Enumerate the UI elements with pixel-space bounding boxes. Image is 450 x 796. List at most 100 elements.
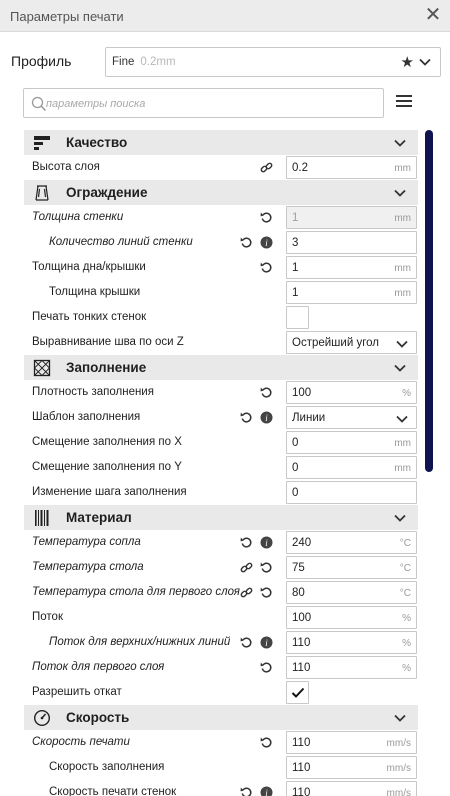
setting-input[interactable]: 110 mm/s [286, 756, 417, 779]
star-icon[interactable]: ★ [401, 53, 414, 71]
info-icon[interactable]: i [260, 636, 273, 649]
reset-icon[interactable] [260, 586, 273, 599]
reset-icon[interactable] [260, 736, 273, 749]
info-icon[interactable]: i [260, 786, 273, 796]
quality-icon [33, 134, 51, 152]
setting-input[interactable]: 110% [286, 656, 417, 679]
setting-label: Температура стола [32, 561, 144, 573]
category-header[interactable]: Заполнение [24, 355, 418, 380]
setting-input[interactable]: 75 °C [286, 556, 417, 579]
chevron-down-icon [394, 512, 406, 524]
category-label: Материал [66, 510, 132, 525]
setting-row: Высота слоя 0.2 mm [24, 155, 418, 180]
setting-value: 1 [292, 262, 299, 274]
category-label: Заполнение [66, 360, 147, 375]
reset-icon[interactable] [260, 211, 273, 224]
link-icon[interactable] [240, 586, 253, 599]
category-header[interactable]: Ограждение [24, 180, 418, 205]
setting-row: Смещение заполнения по X 0 mm [24, 430, 418, 455]
setting-dropdown[interactable]: Острейший угол [286, 331, 417, 354]
reset-icon[interactable] [240, 636, 253, 649]
speed-icon [33, 709, 51, 727]
setting-row: Толщина крышки 1 mm [24, 280, 418, 305]
setting-value: Острейший угол [292, 337, 379, 349]
setting-row: Скорость заполнения 110 mm/s [24, 755, 418, 780]
reset-icon[interactable] [240, 786, 253, 796]
setting-unit: % [402, 388, 411, 399]
reset-icon[interactable] [260, 661, 273, 674]
setting-input[interactable]: 80 °C [286, 581, 417, 604]
profile-selector[interactable]: Fine 0.2mm ★ [105, 47, 441, 77]
check-icon [291, 687, 305, 698]
setting-row: Изменение шага заполнения 0 [24, 480, 418, 505]
setting-dropdown[interactable]: Линии [286, 406, 417, 429]
setting-unit: % [402, 638, 411, 649]
setting-checkbox[interactable] [286, 306, 309, 329]
category-header[interactable]: Материал [24, 505, 418, 530]
setting-value: 1 [292, 287, 299, 299]
category-header[interactable]: Качество [24, 130, 418, 155]
info-icon[interactable]: i [260, 536, 273, 549]
link-icon[interactable] [260, 161, 273, 174]
reset-icon[interactable] [240, 536, 253, 549]
setting-row: Плотность заполнения 100% [24, 380, 418, 405]
setting-input[interactable]: 1 mm [286, 281, 417, 304]
setting-label: Скорость заполнения [49, 761, 165, 773]
setting-value: 1 [292, 212, 299, 224]
setting-label: Толщина стенки [32, 211, 124, 223]
category-header[interactable]: Скорость [24, 705, 418, 730]
setting-input[interactable]: 100% [286, 606, 417, 629]
setting-value: 100 [292, 387, 312, 399]
setting-label: Толщина крышки [49, 286, 141, 298]
setting-input[interactable]: 0 [286, 481, 417, 504]
setting-input[interactable]: 0.2 mm [286, 156, 417, 179]
setting-unit: mm/s [386, 763, 411, 774]
setting-row: Смещение заполнения по Y 0 mm [24, 455, 418, 480]
setting-label: Скорость печати стенок [49, 786, 177, 796]
title-bar: Параметры печати ✕ [0, 0, 450, 32]
setting-input[interactable]: 110 mm/s [286, 781, 417, 796]
setting-row: Количество линий стенки i 3 [24, 230, 418, 255]
setting-label: Поток для верхних/нижних линий [49, 636, 231, 648]
chevron-down-icon [394, 137, 406, 149]
setting-input[interactable]: 100% [286, 381, 417, 404]
reset-icon[interactable] [240, 236, 253, 249]
setting-input[interactable]: 0 mm [286, 431, 417, 454]
setting-value: 110 [292, 737, 311, 749]
link-icon[interactable] [240, 561, 253, 574]
setting-unit: % [402, 613, 411, 624]
setting-value: 110 [292, 637, 311, 649]
menu-icon[interactable] [396, 95, 412, 109]
setting-unit: mm/s [386, 788, 411, 796]
setting-input[interactable]: 240 °C [286, 531, 417, 554]
info-icon[interactable]: i [260, 236, 273, 249]
setting-row: Температура стола 75 °C [24, 555, 418, 580]
reset-icon[interactable] [260, 261, 273, 274]
setting-label: Температура стола для первого слоя [32, 586, 240, 598]
setting-row: Толщина стенки 1 mm [24, 205, 418, 230]
close-icon[interactable]: ✕ [424, 5, 442, 25]
reset-icon[interactable] [260, 386, 273, 399]
setting-value: 240 [292, 537, 312, 549]
setting-input[interactable]: 110% [286, 631, 417, 654]
chevron-down-icon [396, 413, 408, 424]
setting-row: Печать тонких стенок [24, 305, 418, 330]
reset-icon[interactable] [260, 561, 273, 574]
setting-input[interactable]: 1 mm [286, 256, 417, 279]
setting-checkbox[interactable] [286, 681, 309, 704]
search-box[interactable] [23, 88, 384, 118]
setting-value: 110 [292, 662, 311, 674]
setting-unit: mm [394, 263, 411, 274]
setting-value: 75 [292, 562, 305, 574]
info-icon[interactable]: i [260, 411, 273, 424]
infill-icon [33, 359, 51, 377]
chevron-down-icon [394, 712, 406, 724]
setting-input[interactable]: 110 mm/s [286, 731, 417, 754]
scrollbar[interactable] [425, 130, 433, 472]
setting-input[interactable]: 3 [286, 231, 417, 254]
setting-row: Скорость печати 110 mm/s [24, 730, 418, 755]
reset-icon[interactable] [240, 411, 253, 424]
setting-input[interactable]: 1 mm [286, 206, 417, 229]
search-input[interactable] [46, 95, 366, 113]
setting-input[interactable]: 0 mm [286, 456, 417, 479]
